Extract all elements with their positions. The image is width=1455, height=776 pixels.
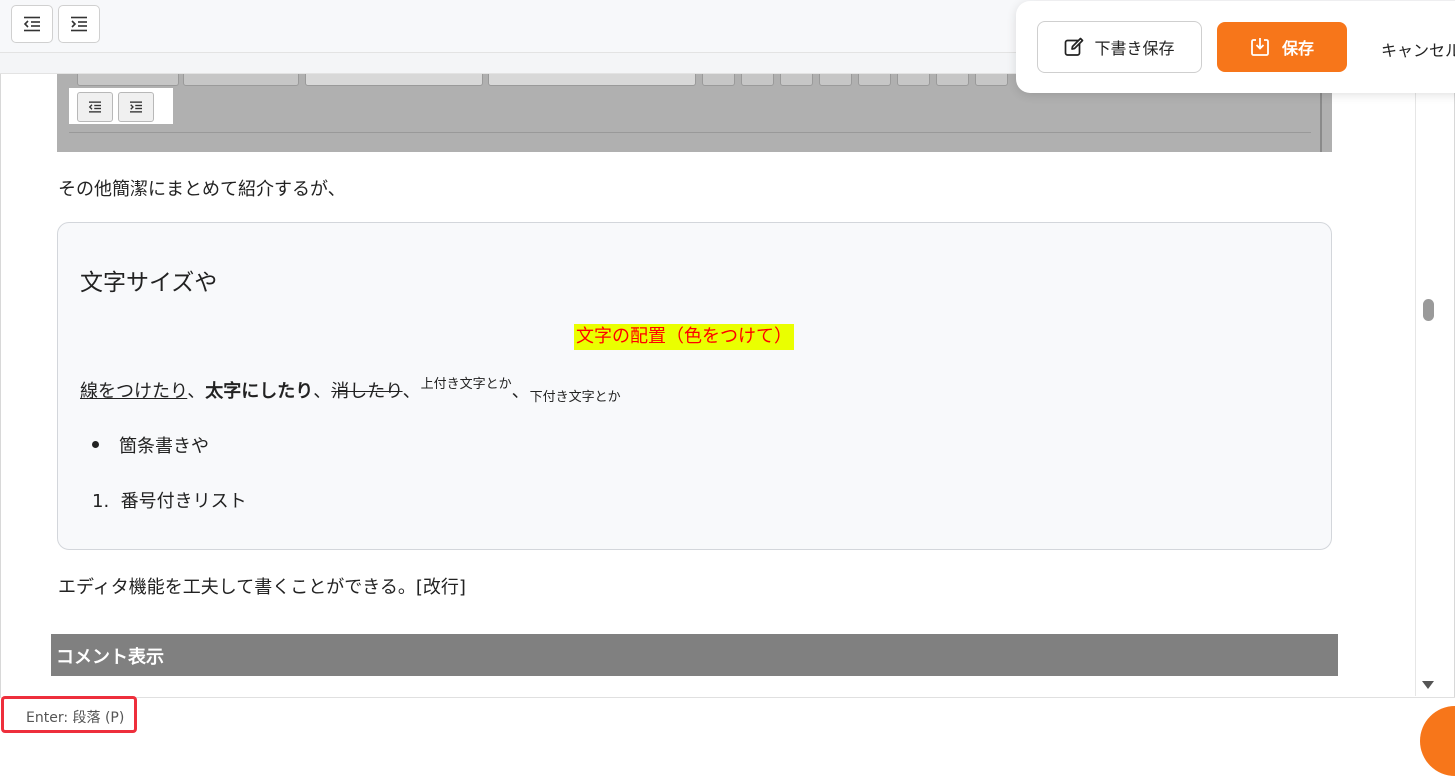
scrollbar-thumb[interactable] (1423, 299, 1434, 321)
comment-heading: コメント表示 (56, 647, 164, 668)
ordered-list-item: 1. 番号付きリスト (92, 491, 247, 512)
embedded-indent-group (69, 88, 173, 124)
comment-heading-bar: コメント表示 (51, 634, 1338, 676)
indent-button[interactable] (58, 5, 100, 43)
save-button[interactable]: 保存 (1217, 22, 1347, 72)
heading-text: 文字サイズや (80, 270, 218, 296)
outdent-button[interactable] (11, 5, 53, 43)
intro-paragraph: その他簡潔にまとめて紹介するが、 (58, 179, 346, 200)
floating-action-bar: 下書き保存 保存 キャンセル (1016, 1, 1455, 93)
outdent-icon (23, 16, 40, 32)
status-bar (0, 697, 1455, 734)
embedded-outdent-icon (77, 92, 113, 122)
edit-icon (1065, 37, 1084, 56)
cancel-button[interactable]: キャンセル (1381, 37, 1455, 61)
strikethrough-text: 消したり (331, 381, 403, 402)
bullet-list-item: 箇条書きや (92, 432, 209, 458)
embedded-indent-icon (118, 92, 154, 122)
outro-paragraph: エディタ機能を工夫して書くことができる。[改行] (58, 577, 466, 598)
formatted-content-card: 文字サイズや 文字の配置（色をつけて） 線をつけたり、太字にしたり、消したり、上… (57, 222, 1332, 550)
bullet-dot-icon (92, 441, 99, 448)
superscript-text: 上付き文字とか (420, 377, 512, 392)
formatting-line: 線をつけたり、太字にしたり、消したり、上付き文字とか、下付き文字とか (80, 377, 621, 405)
underline-text: 線をつけたり (80, 381, 188, 402)
bold-text: 太字にしたり (205, 381, 314, 402)
subscript-text: 下付き文字とか (529, 390, 621, 405)
scrollbar-track[interactable] (1415, 74, 1443, 696)
save-draft-button[interactable]: 下書き保存 (1037, 21, 1202, 73)
highlighted-centered-text: 文字の配置（色をつけて） (574, 324, 794, 350)
scroll-down-arrow-icon[interactable] (1422, 681, 1434, 689)
indent-icon (71, 16, 87, 32)
enter-mode-hint: Enter: 段落 (P) (26, 710, 125, 726)
download-icon (1251, 38, 1269, 56)
